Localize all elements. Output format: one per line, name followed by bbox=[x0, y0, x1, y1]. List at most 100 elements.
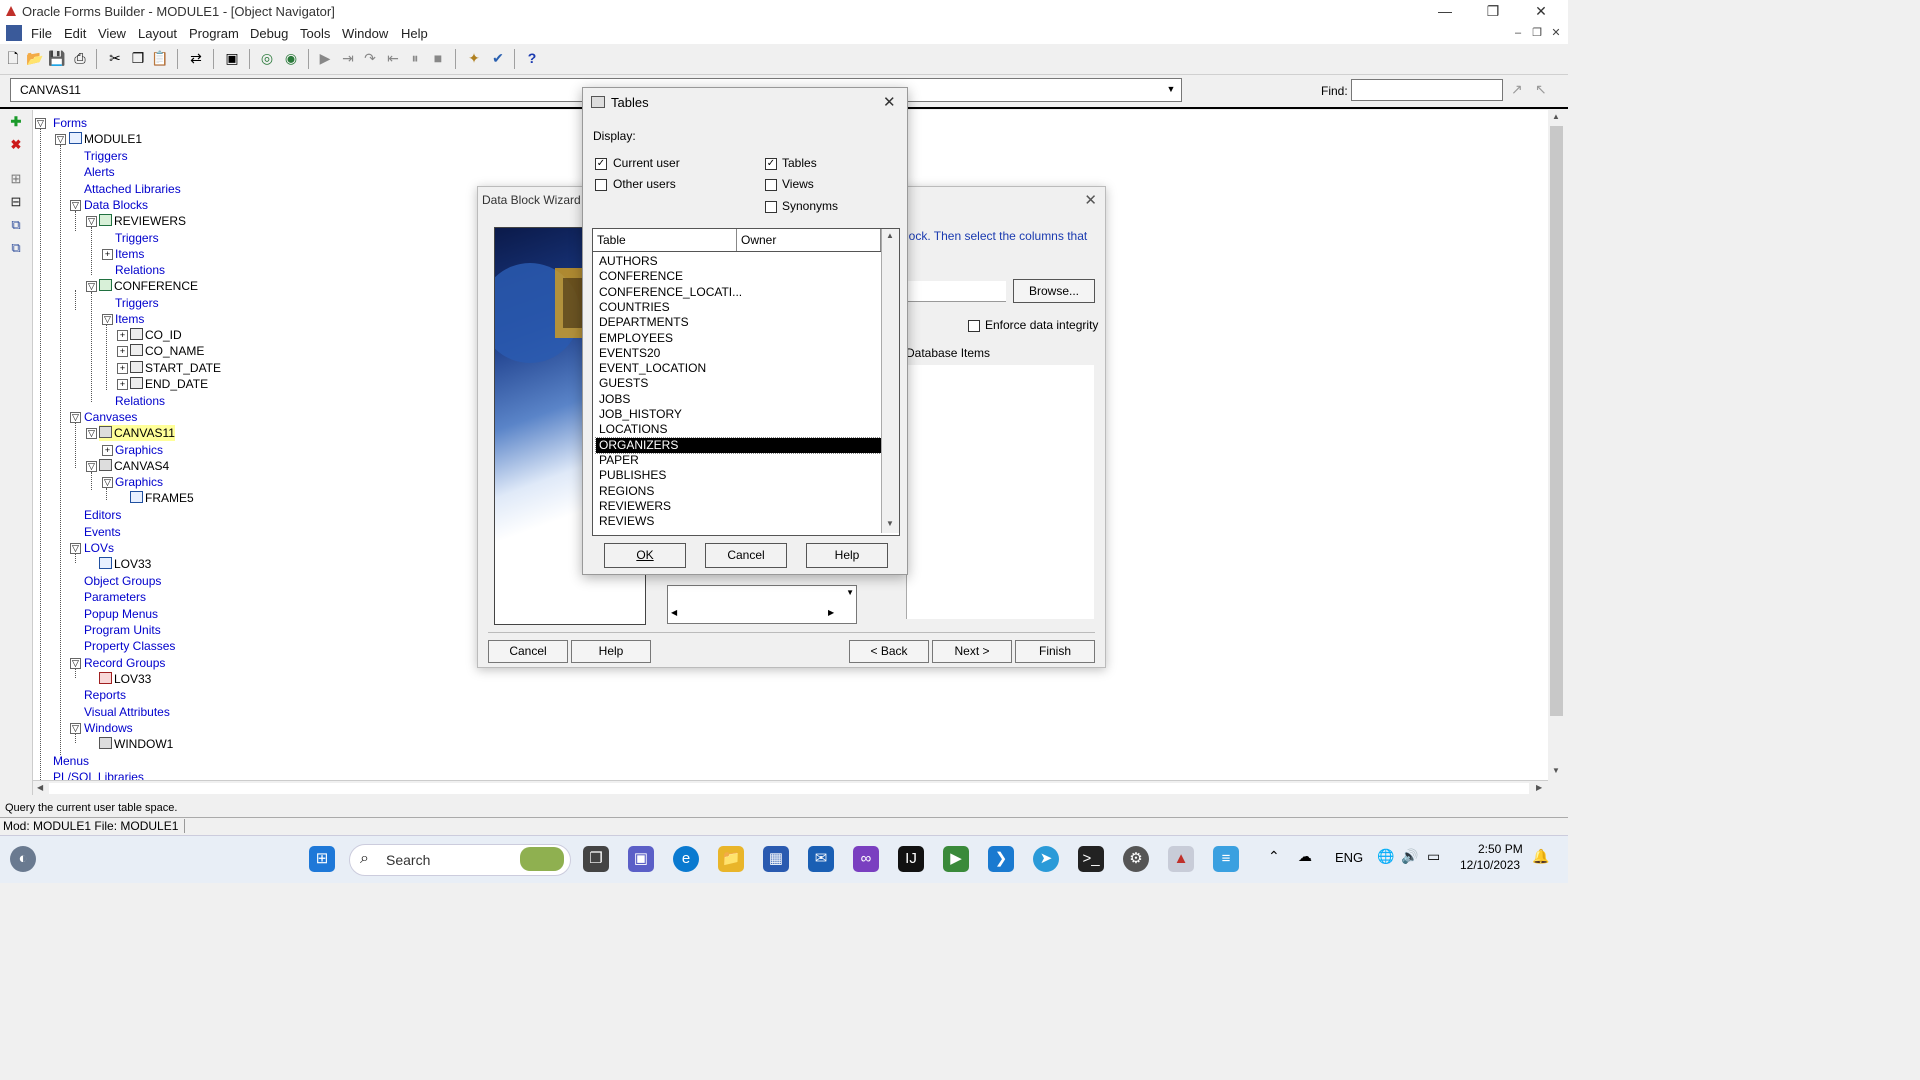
lovs-expander[interactable]: ▽ bbox=[70, 543, 81, 554]
database-items-list[interactable] bbox=[906, 365, 1094, 619]
tree-data-blocks[interactable]: Data Blocks bbox=[84, 197, 148, 213]
open-icon[interactable]: 📂 bbox=[26, 49, 44, 67]
start-button-icon[interactable]: ⊞ bbox=[309, 846, 335, 872]
table-row[interactable]: EVENT_LOCATION bbox=[596, 361, 883, 376]
table-row[interactable]: LOCATIONS bbox=[596, 422, 883, 437]
tree-lov33[interactable]: LOV33 bbox=[99, 556, 151, 572]
scroll-track[interactable] bbox=[49, 783, 1529, 794]
record-groups-expander[interactable]: ▽ bbox=[70, 658, 81, 669]
tree-canvases[interactable]: Canvases bbox=[84, 409, 137, 425]
conference-items-expander[interactable]: ▽ bbox=[102, 314, 113, 325]
tree-reports[interactable]: Reports bbox=[84, 687, 126, 703]
column-header-owner[interactable]: Owner bbox=[737, 229, 881, 251]
tree-editors[interactable]: Editors bbox=[84, 507, 121, 523]
telegram-icon[interactable]: ➤ bbox=[1033, 846, 1059, 872]
mail-icon[interactable]: ✉ bbox=[808, 846, 834, 872]
onedrive-icon[interactable]: ☁ bbox=[1298, 848, 1312, 865]
tree-parameters[interactable]: Parameters bbox=[84, 589, 146, 605]
table-row[interactable]: EVENTS20 bbox=[596, 346, 883, 361]
scroll-thumb[interactable] bbox=[1550, 126, 1563, 716]
browse-button[interactable]: Browse... bbox=[1013, 279, 1095, 303]
navigator-vertical-scrollbar[interactable]: ▲ ▼ bbox=[1548, 110, 1566, 780]
vscode-icon[interactable]: ❯ bbox=[988, 846, 1014, 872]
table-row[interactable]: AUTHORS bbox=[596, 254, 883, 269]
table-row[interactable]: JOBS bbox=[596, 392, 883, 407]
tree-frame5[interactable]: FRAME5 bbox=[130, 490, 194, 506]
menu-tools[interactable]: Tools bbox=[300, 26, 330, 41]
tree-item-end-date[interactable]: END_DATE bbox=[130, 376, 208, 392]
conference-expander[interactable]: ▽ bbox=[86, 281, 97, 292]
chevron-down-icon[interactable]: ▼ bbox=[846, 588, 854, 597]
tree-record-group-lov33[interactable]: LOV33 bbox=[99, 671, 151, 687]
tree-item-co-name[interactable]: CO_NAME bbox=[130, 343, 204, 359]
table-row[interactable]: COUNTRIES bbox=[596, 300, 883, 315]
expand-all-icon[interactable]: ⧉ bbox=[8, 217, 24, 233]
collapse-all-icon[interactable]: ⧉ bbox=[8, 240, 24, 256]
tree-conference-relations[interactable]: Relations bbox=[115, 393, 165, 409]
file-explorer-icon[interactable]: 📁 bbox=[718, 846, 744, 872]
microsoft-store-icon[interactable]: ▦ bbox=[763, 846, 789, 872]
table-row[interactable]: REGIONS bbox=[596, 484, 883, 499]
scroll-right-arrow-icon[interactable]: ▶ bbox=[828, 608, 834, 617]
tree-reviewers-items[interactable]: Items bbox=[115, 246, 144, 262]
tree-module1[interactable]: MODULE1 bbox=[69, 131, 142, 147]
step-out-icon[interactable]: ⇤ bbox=[384, 49, 402, 67]
tree-visual-attributes[interactable]: Visual Attributes bbox=[84, 704, 170, 720]
tree-forms[interactable]: Forms bbox=[53, 115, 87, 131]
scroll-up-arrow-icon[interactable]: ▲ bbox=[1552, 112, 1560, 121]
scroll-right-arrow-icon[interactable]: ▶ bbox=[1536, 783, 1542, 792]
tree-object-groups[interactable]: Object Groups bbox=[84, 573, 161, 589]
battery-icon[interactable]: ▭ bbox=[1427, 848, 1440, 865]
mdi-restore-button[interactable]: ❐ bbox=[1530, 27, 1544, 40]
end-date-expander[interactable]: + bbox=[117, 379, 128, 390]
help-icon[interactable]: ? bbox=[523, 49, 541, 67]
print-icon[interactable]: ⎙ bbox=[71, 49, 89, 67]
wizard-icon[interactable]: ✦ bbox=[465, 49, 483, 67]
tree-canvas4-graphics[interactable]: Graphics bbox=[115, 474, 163, 490]
table-row[interactable]: REVIEWS bbox=[596, 514, 883, 529]
menu-edit[interactable]: Edit bbox=[64, 26, 86, 41]
menu-layout[interactable]: Layout bbox=[138, 26, 177, 41]
data-blocks-expander[interactable]: ▽ bbox=[70, 200, 81, 211]
tree-property-classes[interactable]: Property Classes bbox=[84, 638, 175, 654]
find-prev-icon[interactable]: ↖ bbox=[1535, 81, 1547, 98]
scroll-left-arrow-icon[interactable]: ◀ bbox=[37, 783, 43, 792]
table-row[interactable]: JOB_HISTORY bbox=[596, 407, 883, 422]
pause-icon[interactable]: ⏸ bbox=[406, 49, 424, 67]
run-form-icon[interactable]: ⇄ bbox=[187, 49, 205, 67]
scroll-left-arrow-icon[interactable]: ◀ bbox=[671, 608, 677, 617]
network-icon[interactable]: 🌐 bbox=[1377, 848, 1394, 865]
settings-gear-icon[interactable]: ⚙ bbox=[1123, 846, 1149, 872]
connect-icon[interactable]: ◎ bbox=[258, 49, 276, 67]
widgets-icon[interactable]: ◐ bbox=[10, 846, 36, 872]
windows-expander[interactable]: ▽ bbox=[70, 723, 81, 734]
ok-button[interactable]: OK bbox=[604, 543, 686, 568]
notepad-icon[interactable]: ≡ bbox=[1213, 846, 1239, 872]
tree-record-groups[interactable]: Record Groups bbox=[84, 655, 165, 671]
paste-icon[interactable]: 📋 bbox=[151, 49, 169, 67]
menu-program[interactable]: Program bbox=[189, 26, 239, 41]
wizard-cancel-button[interactable]: Cancel bbox=[488, 640, 568, 663]
tree-windows[interactable]: Windows bbox=[84, 720, 133, 736]
menu-file[interactable]: File bbox=[31, 26, 52, 41]
enforce-integrity-checkbox[interactable] bbox=[968, 320, 980, 332]
column-header-table[interactable]: Table bbox=[593, 229, 737, 251]
views-checkbox[interactable] bbox=[765, 179, 777, 191]
wizard-table-name-input[interactable] bbox=[906, 281, 1006, 302]
synonyms-checkbox[interactable] bbox=[765, 201, 777, 213]
oracle-forms-taskbar-icon[interactable]: ▲ bbox=[1168, 846, 1194, 872]
tree-conference-triggers[interactable]: Triggers bbox=[115, 295, 159, 311]
tables-dialog-close-icon[interactable]: ✕ bbox=[883, 93, 896, 111]
save-icon[interactable]: 💾 bbox=[48, 49, 66, 67]
tree-item-co-id[interactable]: CO_ID bbox=[130, 327, 182, 343]
tables-list[interactable]: Table Owner AUTHORS CONFERENCE CONFERENCE_… bbox=[592, 228, 900, 536]
menu-view[interactable]: View bbox=[98, 26, 126, 41]
canvases-expander[interactable]: ▽ bbox=[70, 412, 81, 423]
tree-lovs[interactable]: LOVs bbox=[84, 540, 114, 556]
task-view-icon[interactable]: ❐ bbox=[583, 846, 609, 872]
teams-chat-icon[interactable]: ▣ bbox=[628, 846, 654, 872]
tree-program-units[interactable]: Program Units bbox=[84, 622, 161, 638]
table-row[interactable]: CONFERENCE bbox=[596, 269, 883, 284]
app-installer-icon[interactable]: ▶ bbox=[943, 846, 969, 872]
create-icon[interactable]: ✚ bbox=[8, 114, 24, 130]
